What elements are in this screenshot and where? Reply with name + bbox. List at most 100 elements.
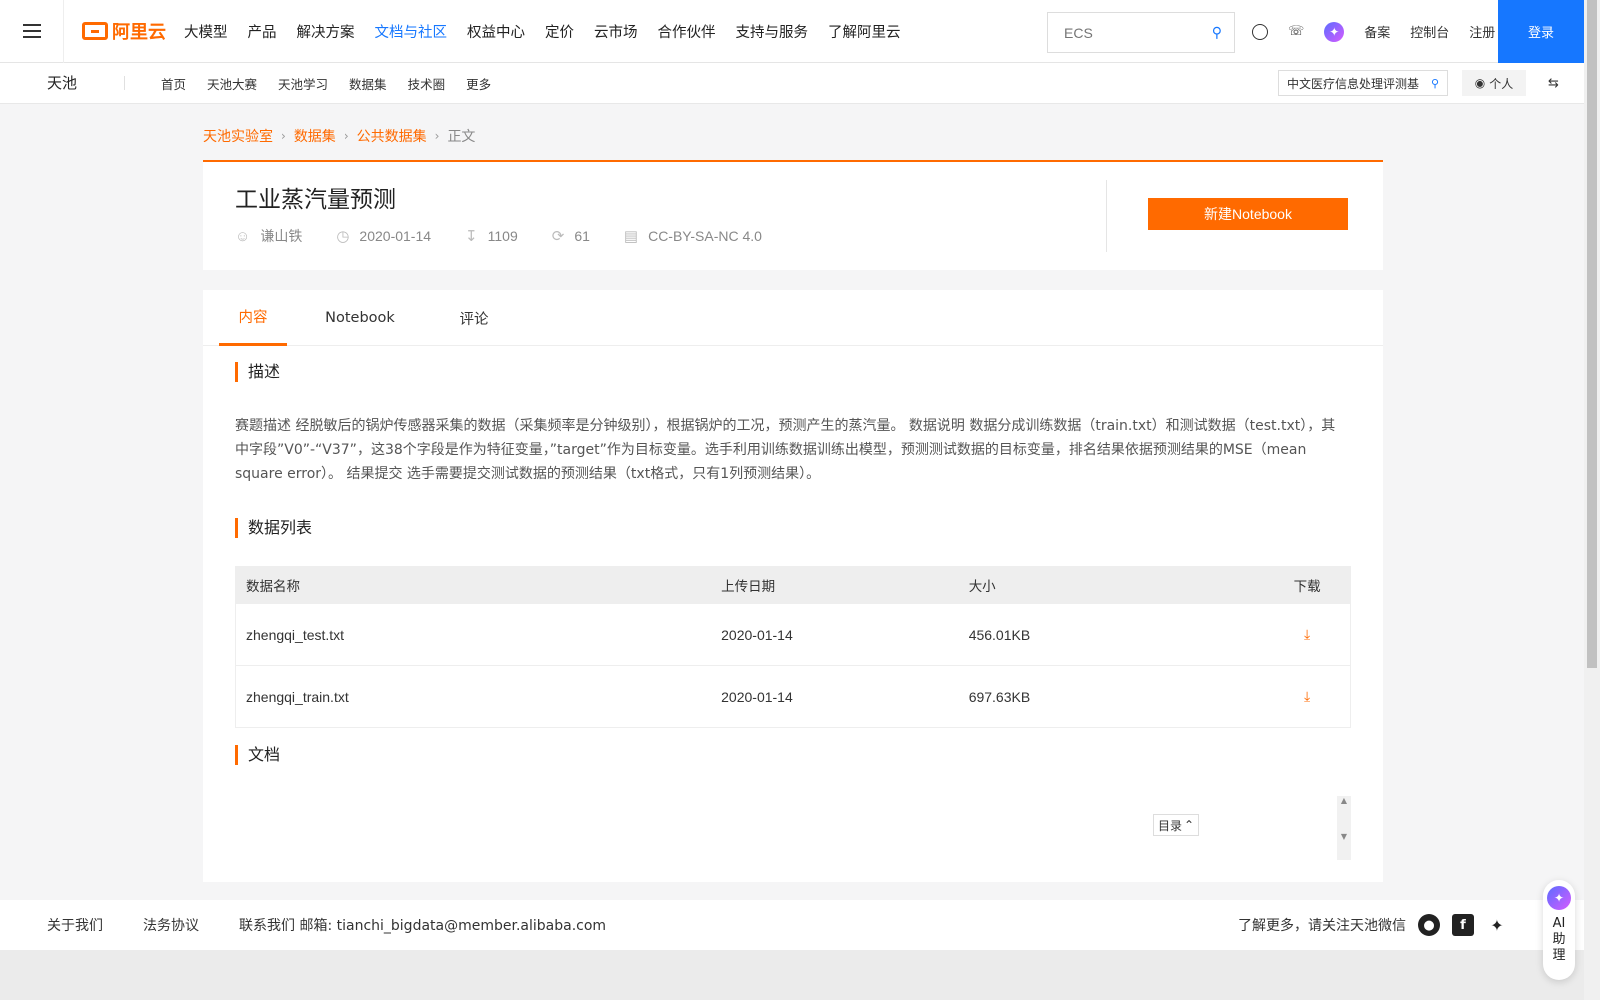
login-button[interactable]: 登录 <box>1498 0 1584 63</box>
sub-nav: 首页 天池大赛 天池学习 数据集 技术圈 更多 <box>161 74 491 93</box>
search-icon[interactable]: ⚲ <box>1431 77 1439 90</box>
meta-date: ◷ 2020-01-14 <box>336 228 432 245</box>
status-icon[interactable] <box>1252 23 1268 40</box>
nav-item-marketplace[interactable]: 云市场 <box>594 21 638 42</box>
tab-notebook[interactable]: Notebook <box>303 290 417 346</box>
tab-bar: 内容 Notebook 评论 <box>203 290 1383 346</box>
subnav-item-datasets[interactable]: 数据集 <box>349 74 387 93</box>
nav-item-docs-community[interactable]: 文档与社区 <box>375 21 448 42</box>
footer-link-legal[interactable]: 法务协议 <box>143 915 199 935</box>
section-title-docs: 文档 <box>235 745 280 765</box>
chevron-right-icon: › <box>434 129 440 143</box>
new-notebook-button[interactable]: 新建Notebook <box>1148 198 1348 230</box>
col-header-date: 上传日期 <box>721 579 776 595</box>
breadcrumb-lab[interactable]: 天池实验室 <box>203 126 273 146</box>
twitter-icon[interactable]: ✦ <box>1486 914 1508 936</box>
tianchi-subnav: 天池 首页 天池大赛 天池学习 数据集 技术圈 更多 中文医疗信息处理评测基 ⚲… <box>0 63 1584 104</box>
doc-scrollbar[interactable]: ▲ ▼ <box>1337 796 1351 860</box>
chevron-right-icon: › <box>343 129 349 143</box>
download-icon[interactable]: ⤓ <box>1304 688 1310 704</box>
subnav-item-more[interactable]: 更多 <box>466 74 491 93</box>
breadcrumb-public-datasets[interactable]: 公共数据集 <box>357 126 427 146</box>
footer: 关于我们 法务协议 联系我们 邮箱: tianchi_bigdata@membe… <box>0 900 1584 950</box>
ai-assistant-button[interactable]: ✦ AI助理 <box>1543 880 1575 980</box>
table-row: zhengqi_test.txt 2020-01-14 456.01KB ⤓ <box>236 603 1350 665</box>
scrollbar-thumb[interactable] <box>1587 0 1597 668</box>
table-header: 数据名称 上传日期 大小 下载 <box>236 567 1350 603</box>
col-header-name: 数据名称 <box>246 579 300 595</box>
description-text: 赛题描述 经脱敏后的锅炉传感器采集的数据（采集频率是分钟级别），根据锅炉的工况，… <box>235 418 1336 482</box>
link-console[interactable]: 控制台 <box>1410 22 1449 41</box>
dataset-header: 工业蒸汽量预测 ☺ 谦山铁 ◷ 2020-01-14 ↧ 1109 ⟳ 61 ▤ CC-B… <box>203 160 1383 270</box>
section-title-description: 描述 <box>235 362 280 382</box>
nav-item-about[interactable]: 了解阿里云 <box>828 21 901 42</box>
subnav-item-competitions[interactable]: 天池大赛 <box>207 74 257 93</box>
footer-follow: 了解更多，请关注天池微信 ● f ✦ <box>1238 900 1508 950</box>
file-date: 2020-01-14 <box>721 688 793 705</box>
file-date: 2020-01-14 <box>721 626 793 643</box>
sub-search-box[interactable]: 中文医疗信息处理评测基 ⚲ <box>1278 70 1448 96</box>
tab-comments[interactable]: 评论 <box>417 290 531 346</box>
chevron-up-icon: ⌃ <box>1183 818 1195 832</box>
wechat-icon[interactable]: ● <box>1418 914 1440 936</box>
col-header-size: 大小 <box>968 579 996 595</box>
file-name: zhengqi_test.txt <box>246 626 345 643</box>
page-scrollbar[interactable] <box>1584 0 1600 1000</box>
meta-license: ▤ CC-BY-SA-NC 4.0 <box>623 228 762 245</box>
nav-item-support[interactable]: 支持与服务 <box>736 21 809 42</box>
clock-icon: ◷ <box>336 228 350 245</box>
file-name: zhengqi_train.txt <box>246 688 349 705</box>
switch-icon[interactable]: ⇆ <box>1548 76 1559 91</box>
follow-text: 了解更多，请关注天池微信 <box>1238 918 1406 934</box>
footer-contact: 联系我们 邮箱: tianchi_bigdata@member.alibaba.… <box>239 918 607 934</box>
footer-link-about[interactable]: 关于我们 <box>47 915 103 935</box>
divider <box>1106 180 1107 252</box>
dataset-meta: ☺ 谦山铁 ◷ 2020-01-14 ↧ 1109 ⟳ 61 ▤ CC-BY-SA-NC … <box>235 226 762 246</box>
nav-item-pricing[interactable]: 定价 <box>545 21 574 42</box>
download-icon: ↧ <box>465 228 478 245</box>
nav-item-products[interactable]: 产品 <box>248 21 277 42</box>
footer-bottom <box>0 950 1584 1000</box>
sub-search-input[interactable]: 中文医疗信息处理评测基 <box>1287 75 1431 92</box>
menu-icon[interactable] <box>0 0 64 63</box>
download-icon[interactable]: ⤓ <box>1304 626 1310 642</box>
subnav-item-home[interactable]: 首页 <box>161 74 186 93</box>
breadcrumb: 天池实验室 › 数据集 › 公共数据集 › 正文 <box>203 126 475 146</box>
nav-item-models[interactable]: 大模型 <box>184 21 228 42</box>
personal-button[interactable]: ◉ 个人 <box>1462 70 1526 96</box>
meta-author: ☺ 谦山铁 <box>235 227 303 245</box>
subnav-item-tech-circle[interactable]: 技术圈 <box>408 74 446 93</box>
top-search-box[interactable]: ⚲ <box>1047 12 1235 53</box>
top-search-input[interactable] <box>1064 24 1212 41</box>
breadcrumb-current: 正文 <box>447 129 476 145</box>
file-size: 697.63KB <box>968 688 1031 705</box>
section-title-datalist: 数据列表 <box>235 518 312 538</box>
toc-button[interactable]: 目录 ⌃ <box>1153 814 1199 836</box>
chevron-right-icon: › <box>281 129 286 143</box>
meta-shares: ⟳ 61 <box>551 228 590 245</box>
subnav-item-learning[interactable]: 天池学习 <box>278 74 328 93</box>
table-row: zhengqi_train.txt 2020-01-14 697.63KB ⤓ <box>236 665 1350 727</box>
tianchi-brand[interactable]: 天池 <box>0 76 125 91</box>
link-register[interactable]: 注册 <box>1469 22 1495 41</box>
col-header-download: 下载 <box>1293 579 1321 595</box>
meta-downloads: ↧ 1109 <box>465 228 518 245</box>
document-icon: ▤ <box>623 228 639 245</box>
breadcrumb-datasets[interactable]: 数据集 <box>294 126 336 146</box>
nav-item-benefits[interactable]: 权益中心 <box>467 21 525 42</box>
search-icon[interactable]: ⚲ <box>1212 25 1222 41</box>
ai-star-icon: ✦ <box>1547 886 1571 910</box>
link-beian[interactable]: 备案 <box>1364 22 1390 41</box>
nav-item-solutions[interactable]: 解决方案 <box>297 21 355 42</box>
ai-star-icon[interactable]: ✦ <box>1324 21 1345 42</box>
page-title: 工业蒸汽量预测 <box>235 187 396 213</box>
nav-item-partners[interactable]: 合作伙伴 <box>658 21 716 42</box>
aliyun-logo[interactable]: 阿里云 <box>82 18 166 44</box>
share-icon: ⟳ <box>551 228 565 245</box>
footer-links: 关于我们 法务协议 联系我们 邮箱: tianchi_bigdata@membe… <box>47 915 606 935</box>
tab-content[interactable]: 内容 <box>219 290 287 346</box>
user-icon: ◉ <box>1474 76 1486 90</box>
facebook-icon[interactable]: f <box>1452 914 1474 936</box>
headset-icon[interactable]: ☏ <box>1288 24 1304 39</box>
ai-assistant-label: AI助理 <box>1552 916 1566 963</box>
